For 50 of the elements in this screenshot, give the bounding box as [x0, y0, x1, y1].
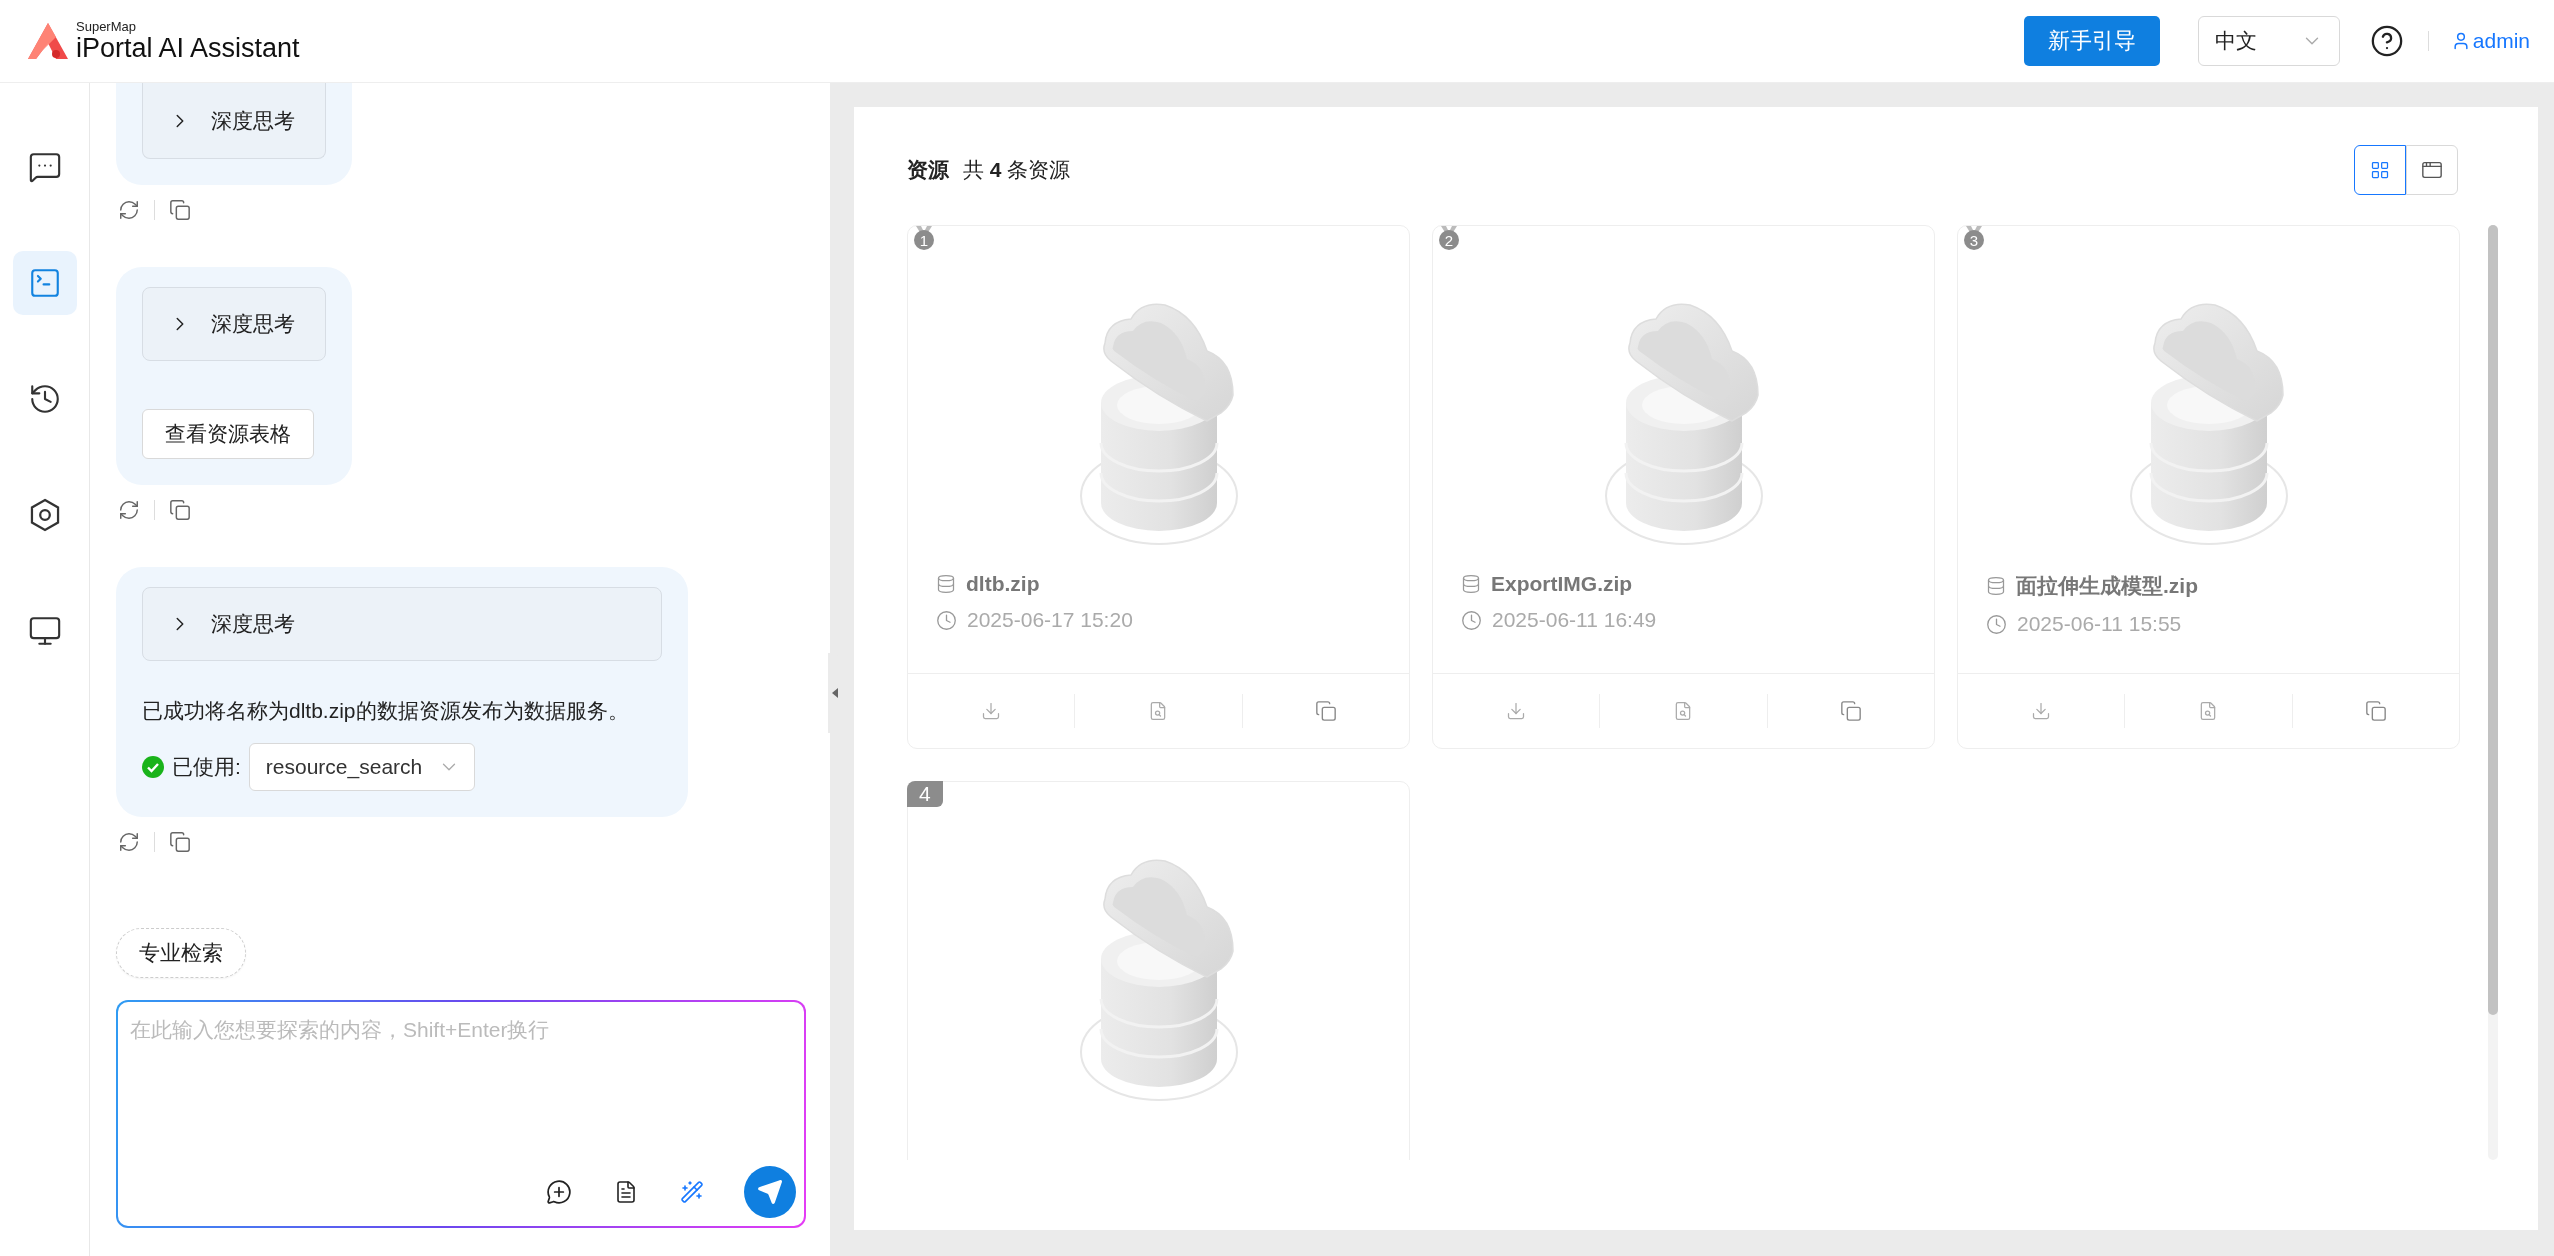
- message-input-field[interactable]: 在此输入您想要探索的内容，Shift+Enter换行: [118, 1002, 804, 1166]
- clock-icon: [936, 609, 957, 631]
- tool-select[interactable]: resource_search: [248, 743, 476, 791]
- clock-icon: [1986, 613, 2007, 635]
- brand-title: iPortal AI Assistant: [76, 35, 300, 62]
- user-link[interactable]: admin: [2450, 28, 2530, 54]
- scrollbar[interactable]: [2488, 225, 2498, 1160]
- database-icon: [936, 574, 956, 594]
- monitor-icon: [27, 614, 62, 648]
- resource-name: dltb.zip: [966, 572, 1040, 596]
- deep-thinking-toggle[interactable]: 深度思考: [142, 587, 662, 661]
- grid-view-toggle[interactable]: [2354, 145, 2406, 195]
- brand-subtitle: SuperMap: [76, 20, 137, 33]
- copy-icon[interactable]: [167, 497, 193, 523]
- resource-time: 2025-06-17 15:20: [967, 608, 1133, 632]
- rank-medal: 2: [1439, 226, 1459, 250]
- rank-medal: 3: [1964, 226, 1984, 250]
- deep-thinking-toggle[interactable]: 深度思考: [142, 287, 326, 361]
- new-chat-icon[interactable]: [544, 1177, 574, 1207]
- quick-search-tag[interactable]: 专业检索: [116, 928, 246, 978]
- resource-name: 面拉伸生成模型.zip: [2016, 573, 2198, 599]
- view-table-button[interactable]: 查看资源表格: [142, 409, 314, 459]
- resource-count: 共 4 条资源: [963, 157, 1071, 183]
- copy-icon[interactable]: [167, 197, 193, 223]
- send-button[interactable]: [744, 1166, 796, 1218]
- magic-wand-icon[interactable]: [678, 1178, 706, 1206]
- message-text: 已成功将名称为dltb.zip的数据资源发布为数据服务。: [142, 698, 629, 724]
- help-icon[interactable]: [2369, 24, 2404, 58]
- resource-time: 2025-06-11 16:49: [1492, 608, 1657, 632]
- database-icon: [1461, 574, 1481, 594]
- panel-title: 资源: [907, 157, 949, 183]
- copy-icon[interactable]: [167, 829, 193, 855]
- database-icon: [1986, 576, 2006, 596]
- rank-tag: 4: [907, 781, 943, 807]
- success-check-icon: [142, 756, 164, 778]
- chat-bubble-icon: [27, 150, 62, 184]
- deep-thinking-toggle[interactable]: 深度思考: [142, 83, 326, 159]
- logo-icon: [26, 21, 70, 61]
- grid-icon: [2370, 160, 2390, 180]
- card-view-toggle[interactable]: [2406, 145, 2458, 195]
- resource-time: 2025-06-11 15:55: [2017, 612, 2182, 636]
- tool-used-label: 已使用:: [172, 754, 241, 780]
- caret-left-icon: [832, 688, 838, 698]
- guide-button[interactable]: 新手引导: [2023, 16, 2160, 66]
- send-icon: [757, 1179, 783, 1205]
- language-select[interactable]: 中文: [2197, 16, 2340, 66]
- window-icon: [2421, 159, 2443, 181]
- clock-icon: [1461, 609, 1482, 631]
- rank-medal: 1: [914, 226, 934, 250]
- resource-name: ExportIMG.zip: [1491, 572, 1633, 596]
